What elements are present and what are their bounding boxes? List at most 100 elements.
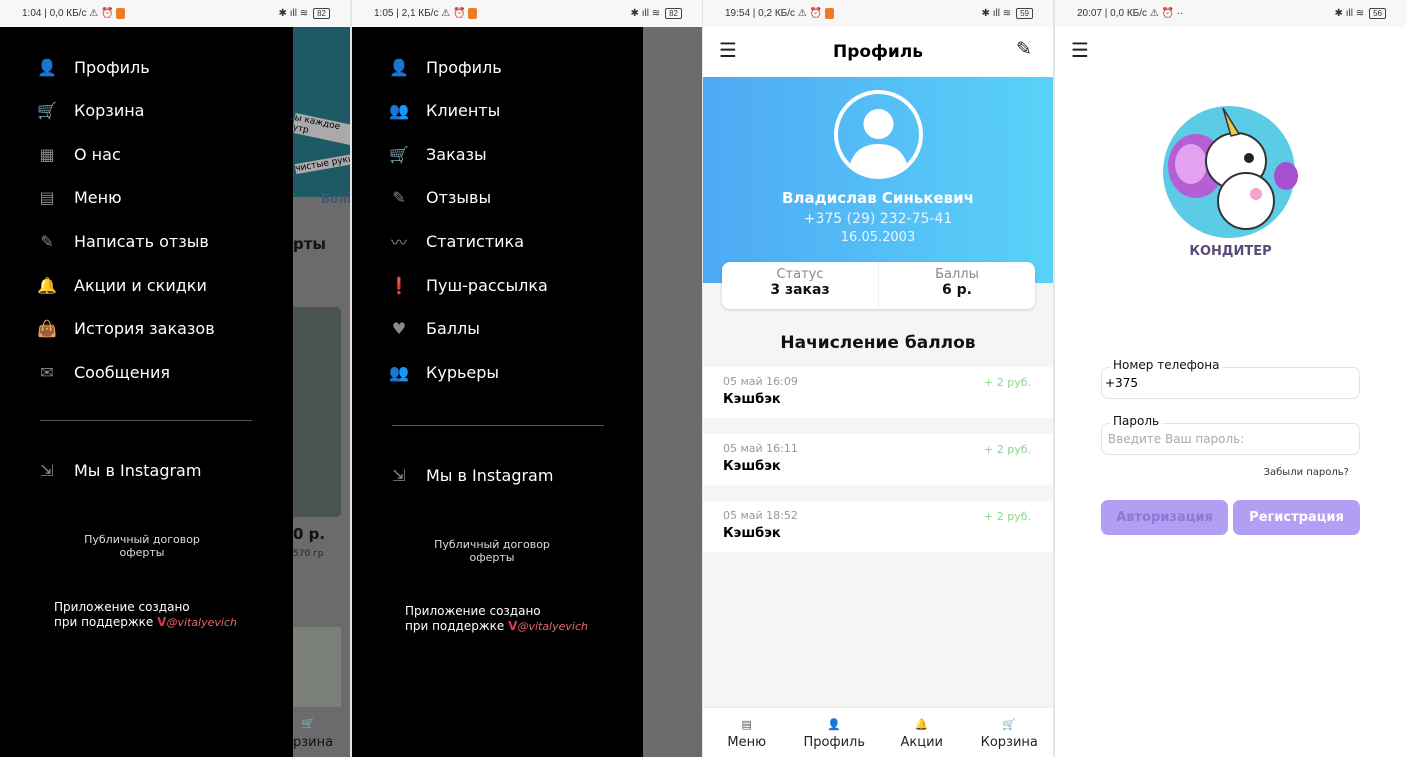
menu-item-label: Меню [74,188,122,208]
link-label: Мы в Instagram [74,460,202,480]
pencil-icon: ✎ [392,188,406,208]
menu-item[interactable]: 👤 Профиль [388,55,502,79]
instagram-link[interactable]: ⇲ Мы в Instagram [388,463,553,487]
menu-item[interactable]: 👥 Клиенты [388,99,500,123]
menu-item[interactable]: 〰 Статистика [388,229,524,253]
notification-icon [825,7,835,19]
password-field[interactable]: Пароль Введите Ваш пароль: [1101,414,1360,455]
stat-label: Баллы [935,267,979,282]
menu-item-label: Клиенты [426,101,501,121]
credit-line: Приложение создано [54,600,190,614]
brand-logo [1161,106,1301,245]
vendor-handle[interactable]: @vitalyevich [517,620,588,633]
profile-header: Владислав Синькевич +375 (29) 232-75-41 … [703,77,1053,283]
battery-icon: 82 [313,8,330,19]
menu-item-label: Написать отзыв [74,231,209,251]
hamburger-menu-icon[interactable]: ☰ [719,38,737,62]
phone-input[interactable]: +375 [1105,376,1138,390]
stat-status: Статус 3 заказ [722,262,879,309]
menu-item-label: Пуш-рассылка [426,275,548,295]
bg-text: 0 р. [293,525,326,543]
store-icon: ▦ [39,144,55,164]
hand-heart-icon: ♥ [391,319,407,339]
transaction-item: 05 май 16:09 + 2 руб. Кэшбэк [703,367,1053,418]
stat-label: Статус [776,267,824,282]
menu-item-label: Сообщения [74,362,171,382]
bottom-nav: ▤ Меню 👤 Профиль 🔔 Акции 🛒 Корзина [703,707,1053,757]
people-icon: 👥 [389,362,409,382]
transaction-amount: + 2 руб. [984,443,1031,456]
menu-item[interactable]: ♥ Баллы [388,317,480,341]
instagram-link[interactable]: ⇲ Мы в Instagram [36,458,201,482]
menu-item-label: Профиль [426,57,502,77]
menu-item[interactable]: 👤 Профиль [36,55,150,79]
menu-item[interactable]: 🛒 Заказы [388,142,487,166]
cart-icon: 🛒 [37,101,57,121]
menu-item-label: Отзывы [426,188,492,208]
menu-item[interactable]: 👜 История заказов [36,317,215,341]
message-icon: ✉ [40,362,54,382]
public-offer-link[interactable]: Публичный договор оферты [392,538,592,564]
password-input[interactable]: Введите Ваш пароль: [1105,432,1244,446]
unicorn-logo-icon [1163,106,1298,238]
phone-field[interactable]: Номер телефона +375 [1101,358,1360,399]
menu-item-label: Заказы [426,144,487,164]
scrim[interactable] [643,27,702,757]
screen-client-drawer: 1:04 | 0,0 КБ/с ⚠ ⏰ ✱ ıll ≋ 82 ы каждое ут… [0,0,350,757]
nav-drawer [352,27,643,757]
vendor-handle[interactable]: @vitalyevich [166,616,237,629]
menu-book-icon: ▤ [39,188,55,208]
menu-item[interactable]: ❗ Пуш-рассылка [388,273,548,297]
nav-label: Корзина [980,735,1038,750]
forgot-password-link[interactable]: Забыли пароль? [1264,467,1349,478]
app-bar: Профиль [703,27,1053,77]
instagram-icon: ⇲ [40,460,54,480]
transaction-amount: + 2 руб. [984,510,1031,523]
nav-menu[interactable]: ▤ Меню [703,708,791,757]
hamburger-menu-icon[interactable]: ☰ [1071,38,1089,62]
nav-promotions[interactable]: 🔔 Акции [878,708,966,757]
notification-icon [468,7,478,19]
person-icon: 👤 [389,57,409,77]
bg-text: 570 гр [293,549,324,559]
cart-icon: 🛒 [1002,718,1017,731]
chart-line-icon: 〰 [390,233,407,253]
transaction-type: Кэшбэк [723,526,781,541]
public-offer-link[interactable]: Публичный договор оферты [42,533,242,559]
menu-item-label: Баллы [426,319,480,339]
menu-item-label: Профиль [74,57,150,77]
link-line: Публичный договор [84,533,200,546]
menu-item[interactable]: ✎ Отзывы [388,186,491,210]
bg-text: рзина [293,735,334,750]
avatar[interactable] [834,90,923,179]
bag-icon: 👜 [37,319,57,339]
nav-profile[interactable]: 👤 Профиль [791,708,879,757]
nav-label: Меню [727,735,767,750]
transaction-item: 05 май 18:52 + 2 руб. Кэшбэк [703,501,1053,552]
screen-login: 20:07 | 0,0 КБ/с ⚠ ⏰ ·· ✱ ıll ≋ 56 ☰ КОНДИ… [1055,0,1406,757]
link-line: Публичный договор [434,538,550,551]
menu-item[interactable]: 🛒 Корзина [36,99,144,123]
transaction-type: Кэшбэк [723,392,781,407]
menu-item[interactable]: 🔔 Акции и скидки [36,273,207,297]
status-time: 19:54 | 0,2 КБ/с [725,8,796,20]
person-icon [848,109,909,175]
menu-item[interactable]: ✎ Написать отзыв [36,229,209,253]
nav-cart[interactable]: 🛒 Корзина [966,708,1054,757]
cart-icon: 🛒 [301,717,315,730]
menu-item[interactable]: 👥 Курьеры [388,360,499,384]
login-button[interactable]: Авторизация [1101,500,1228,535]
divider [392,425,604,426]
menu-item[interactable]: ▦ О нас [36,142,120,166]
edit-pencil-icon[interactable]: ✎ [1016,38,1032,60]
scrim[interactable]: ы каждое утр чистые руки Боль рты 0 р. 5… [291,27,350,757]
status-time: 1:05 | 2,1 КБ/с [374,8,439,20]
menu-item-label: Корзина [74,101,145,121]
menu-item[interactable]: ▤ Меню [36,186,122,210]
signal-icon: ✱ ıll ≋ [1334,8,1365,19]
register-button[interactable]: Регистрация [1233,500,1360,535]
screen-profile: 19:54 | 0,2 КБ/с ⚠ ⏰ ✱ ıll ≋ 59 Профиль ☰ … [703,0,1053,757]
menu-item[interactable]: ✉ Сообщения [36,360,170,384]
status-bar: 19:54 | 0,2 КБ/с ⚠ ⏰ ✱ ıll ≋ 59 [703,0,1053,27]
person-icon: 👤 [37,57,57,77]
